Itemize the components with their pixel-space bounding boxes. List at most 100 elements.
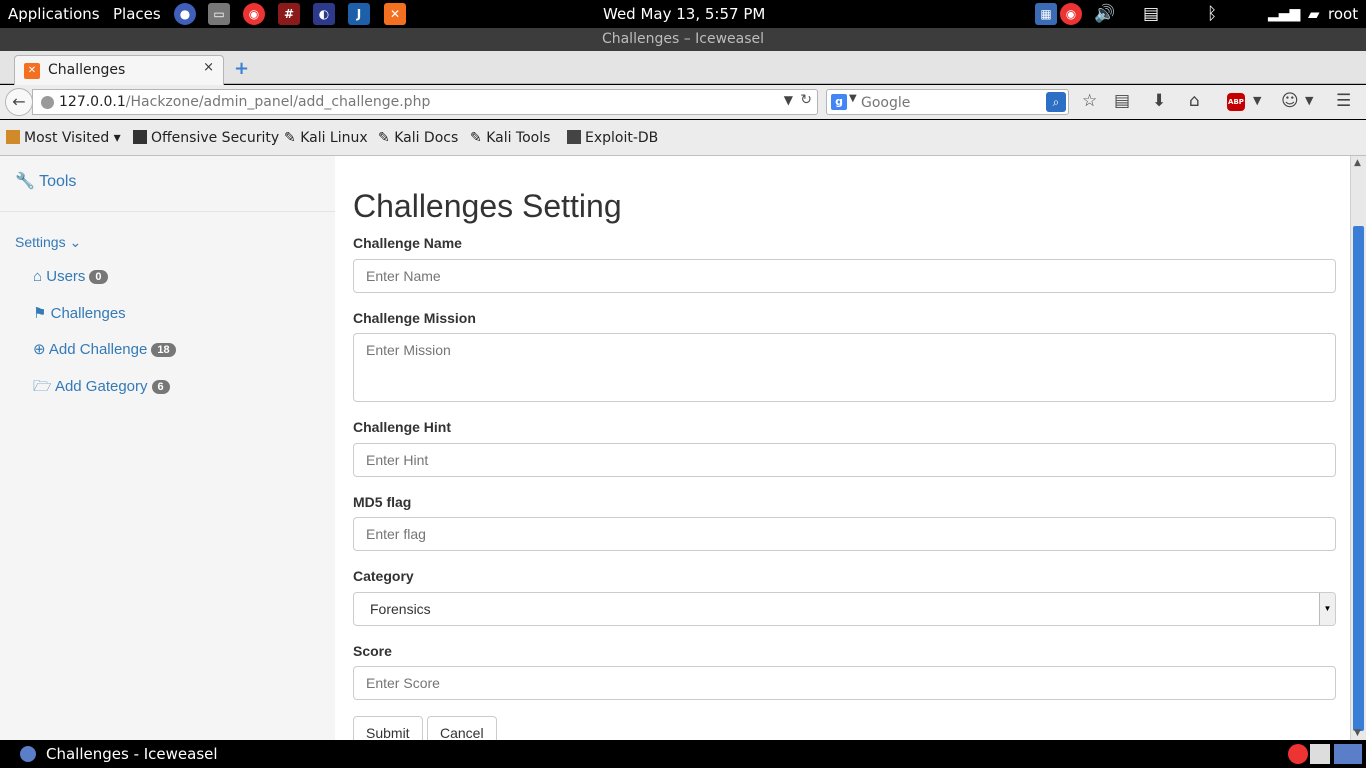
- iceweasel-icon: [20, 746, 36, 762]
- intellij-launcher-icon[interactable]: J: [348, 3, 370, 25]
- home-icon[interactable]: ⌂: [1189, 91, 1200, 111]
- sidebar-item-users[interactable]: ⌂ Users 0: [33, 268, 108, 285]
- sidebar-item-add-challenge[interactable]: ⊕ Add Challenge 18: [33, 340, 176, 358]
- url-text[interactable]: 127.0.0.1/Hackzone/admin_panel/add_chall…: [59, 94, 430, 110]
- clock[interactable]: Wed May 13, 5:57 PM: [603, 0, 765, 28]
- eclipse-launcher-icon[interactable]: ◐: [313, 3, 335, 25]
- bookmarks-toolbar: Most Visited ▾ Offensive Security ✎ Kali…: [0, 120, 1366, 156]
- challenge-hint-label: Challenge Hint: [353, 419, 452, 435]
- scrollbar-thumb[interactable]: [1353, 226, 1364, 731]
- md5-flag-label: MD5 flag: [353, 494, 412, 510]
- kali-dragon-icon: ✎: [378, 130, 390, 146]
- greasemonkey-icon[interactable]: ☺: [1281, 91, 1299, 111]
- users-count-badge: 0: [89, 270, 108, 284]
- user-menu[interactable]: root: [1328, 0, 1358, 28]
- folder-icon: [6, 130, 20, 144]
- bookmark-star-icon[interactable]: ☆: [1082, 91, 1097, 111]
- taskbar-window-button[interactable]: Challenges - Iceweasel: [12, 740, 218, 768]
- tab-close-button[interactable]: ×: [203, 60, 214, 75]
- search-go-icon[interactable]: ⌕: [1046, 92, 1066, 112]
- window-titlebar[interactable]: Challenges – Iceweasel: [0, 28, 1366, 51]
- files-launcher-icon[interactable]: ▭: [208, 3, 230, 25]
- adblock-dropdown-icon[interactable]: ▼: [1253, 94, 1261, 107]
- url-path: /Hackzone/admin_panel/add_challenge.php: [125, 94, 431, 110]
- plus-circle-icon: ⊕: [33, 341, 46, 358]
- xampp-favicon-icon: ✕: [24, 63, 40, 79]
- offsec-icon: [133, 130, 147, 144]
- downloads-icon[interactable]: ⬇: [1152, 91, 1166, 111]
- top-panel: Applications Places ● ▭ ◉ # ◐ J ✕ Wed Ma…: [0, 0, 1366, 28]
- submit-button[interactable]: Submit: [353, 716, 423, 740]
- search-input[interactable]: [861, 93, 1041, 112]
- scroll-up-icon[interactable]: ▲: [1354, 158, 1361, 168]
- google-engine-icon[interactable]: g: [831, 94, 847, 110]
- volume-icon[interactable]: 🔊: [1094, 0, 1115, 28]
- engine-dropdown-icon[interactable]: ▼: [849, 93, 857, 104]
- exploit-db-icon: [567, 130, 581, 144]
- applications-menu[interactable]: Applications: [8, 0, 100, 28]
- reload-icon[interactable]: ↻: [800, 92, 812, 108]
- adblock-icon[interactable]: ABP: [1227, 93, 1245, 111]
- wrench-icon: 🔧: [15, 173, 35, 190]
- new-tab-button[interactable]: +: [234, 58, 249, 79]
- iceweasel-launcher-icon[interactable]: ●: [174, 3, 196, 25]
- terminal-launcher-icon[interactable]: #: [278, 3, 300, 25]
- category-count-badge: 6: [151, 380, 170, 394]
- category-selected-value: Forensics: [370, 601, 431, 617]
- reading-list-icon[interactable]: ▤: [1114, 91, 1130, 111]
- sidebar: 🔧 Tools Settings ⌄ ⌂ Users 0 ⚑ Challenges…: [0, 156, 335, 740]
- back-button[interactable]: ←: [5, 88, 33, 116]
- navigation-bar: 127.0.0.1/Hackzone/admin_panel/add_chall…: [0, 85, 1366, 119]
- globe-icon: [41, 96, 54, 109]
- challenge-hint-input[interactable]: [353, 443, 1336, 477]
- chat-icon[interactable]: ▰: [1308, 0, 1320, 28]
- bookmark-kali-docs[interactable]: ✎ Kali Docs: [378, 130, 458, 146]
- search-bar[interactable]: g ▼ ⌕: [826, 89, 1069, 115]
- sidebar-divider: [0, 211, 335, 212]
- challenges-count-badge: 18: [151, 343, 176, 357]
- select-arrow-icon[interactable]: ▼: [1319, 593, 1335, 625]
- chrome-launcher-icon[interactable]: ◉: [243, 3, 265, 25]
- sidebar-item-add-category[interactable]: 🗁 Add Gategory 6: [33, 376, 170, 401]
- workspace-switcher-icon[interactable]: [1310, 744, 1330, 764]
- greasemonkey-dropdown-icon[interactable]: ▼: [1305, 94, 1313, 107]
- page-content: 🔧 Tools Settings ⌄ ⌂ Users 0 ⚑ Challenges…: [0, 156, 1350, 740]
- kali-dragon-icon: ✎: [470, 130, 482, 146]
- history-dropdown-icon[interactable]: ▼: [784, 93, 793, 107]
- window-switch-icon[interactable]: ▦: [1035, 3, 1057, 25]
- tab-challenges[interactable]: ✕ Challenges ×: [14, 55, 224, 85]
- taskbar: Challenges - Iceweasel: [0, 740, 1366, 768]
- chrome-taskbar-icon[interactable]: [1288, 744, 1308, 764]
- menu-icon[interactable]: ☰: [1336, 91, 1351, 111]
- challenge-mission-label: Challenge Mission: [353, 310, 476, 326]
- folder-open-icon: 🗁: [33, 378, 52, 395]
- category-select[interactable]: Forensics ▼: [353, 592, 1336, 626]
- sidebar-item-challenges[interactable]: ⚑ Challenges: [33, 304, 126, 322]
- home-icon: ⌂: [33, 268, 43, 285]
- md5-flag-input[interactable]: [353, 517, 1336, 551]
- challenge-name-input[interactable]: [353, 259, 1336, 293]
- bookmark-exploit-db[interactable]: Exploit-DB: [567, 130, 658, 146]
- scroll-down-icon[interactable]: ▼: [1354, 728, 1361, 738]
- clipboard-icon[interactable]: ▤: [1143, 0, 1159, 28]
- score-input[interactable]: [353, 666, 1336, 700]
- xampp-launcher-icon[interactable]: ✕: [384, 3, 406, 25]
- url-bar[interactable]: 127.0.0.1/Hackzone/admin_panel/add_chall…: [32, 89, 818, 115]
- cancel-button[interactable]: Cancel: [427, 716, 497, 740]
- places-menu[interactable]: Places: [113, 0, 161, 28]
- chevron-down-icon: ⌄: [69, 234, 82, 250]
- bluetooth-icon[interactable]: ᛒ: [1207, 0, 1217, 28]
- bookmark-most-visited[interactable]: Most Visited ▾: [6, 130, 121, 146]
- tab-title: Challenges: [48, 62, 126, 78]
- page-scrollbar[interactable]: ▲ ▼: [1350, 156, 1366, 740]
- chrome-tray-icon[interactable]: ◉: [1060, 3, 1082, 25]
- sidebar-tools[interactable]: 🔧 Tools: [15, 171, 76, 191]
- iceweasel-taskbar-icon[interactable]: [1334, 744, 1362, 764]
- sidebar-settings[interactable]: Settings ⌄: [15, 234, 81, 251]
- network-signal-icon[interactable]: ▂▄▆: [1268, 0, 1300, 28]
- bookmark-kali-tools[interactable]: ✎ Kali Tools: [470, 130, 550, 146]
- tab-bar: ✕ Challenges × +: [0, 51, 1366, 85]
- bookmark-offensive-security[interactable]: Offensive Security: [133, 130, 279, 146]
- challenge-mission-textarea[interactable]: [353, 333, 1336, 402]
- bookmark-kali-linux[interactable]: ✎ Kali Linux: [284, 130, 368, 146]
